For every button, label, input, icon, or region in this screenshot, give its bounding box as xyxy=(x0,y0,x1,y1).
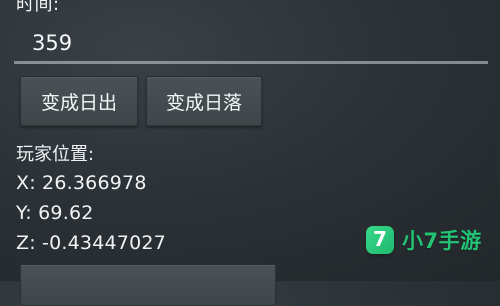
time-label: 时间: xyxy=(16,0,60,15)
sunset-button[interactable]: 变成日落 xyxy=(146,76,262,126)
watermark-logo-icon: 7 xyxy=(366,226,394,254)
sunset-button-label: 变成日落 xyxy=(165,91,242,114)
player-position-z: Z: -0.43447027 xyxy=(16,232,166,254)
player-position-title: 玩家位置: xyxy=(16,144,95,165)
watermark-logo-glyph: 7 xyxy=(373,227,387,251)
time-value: 359 xyxy=(32,30,73,55)
watermark: 7 小7手游 xyxy=(366,225,482,255)
time-input[interactable]: 359 xyxy=(14,24,488,64)
bottom-button[interactable] xyxy=(20,264,276,306)
watermark-text: 小7手游 xyxy=(402,229,482,253)
player-position-x: X: 26.366978 xyxy=(16,172,147,194)
sunrise-button[interactable]: 变成日出 xyxy=(20,76,138,126)
sunrise-button-label: 变成日出 xyxy=(40,91,117,114)
player-position-y: Y: 69.62 xyxy=(16,202,94,224)
